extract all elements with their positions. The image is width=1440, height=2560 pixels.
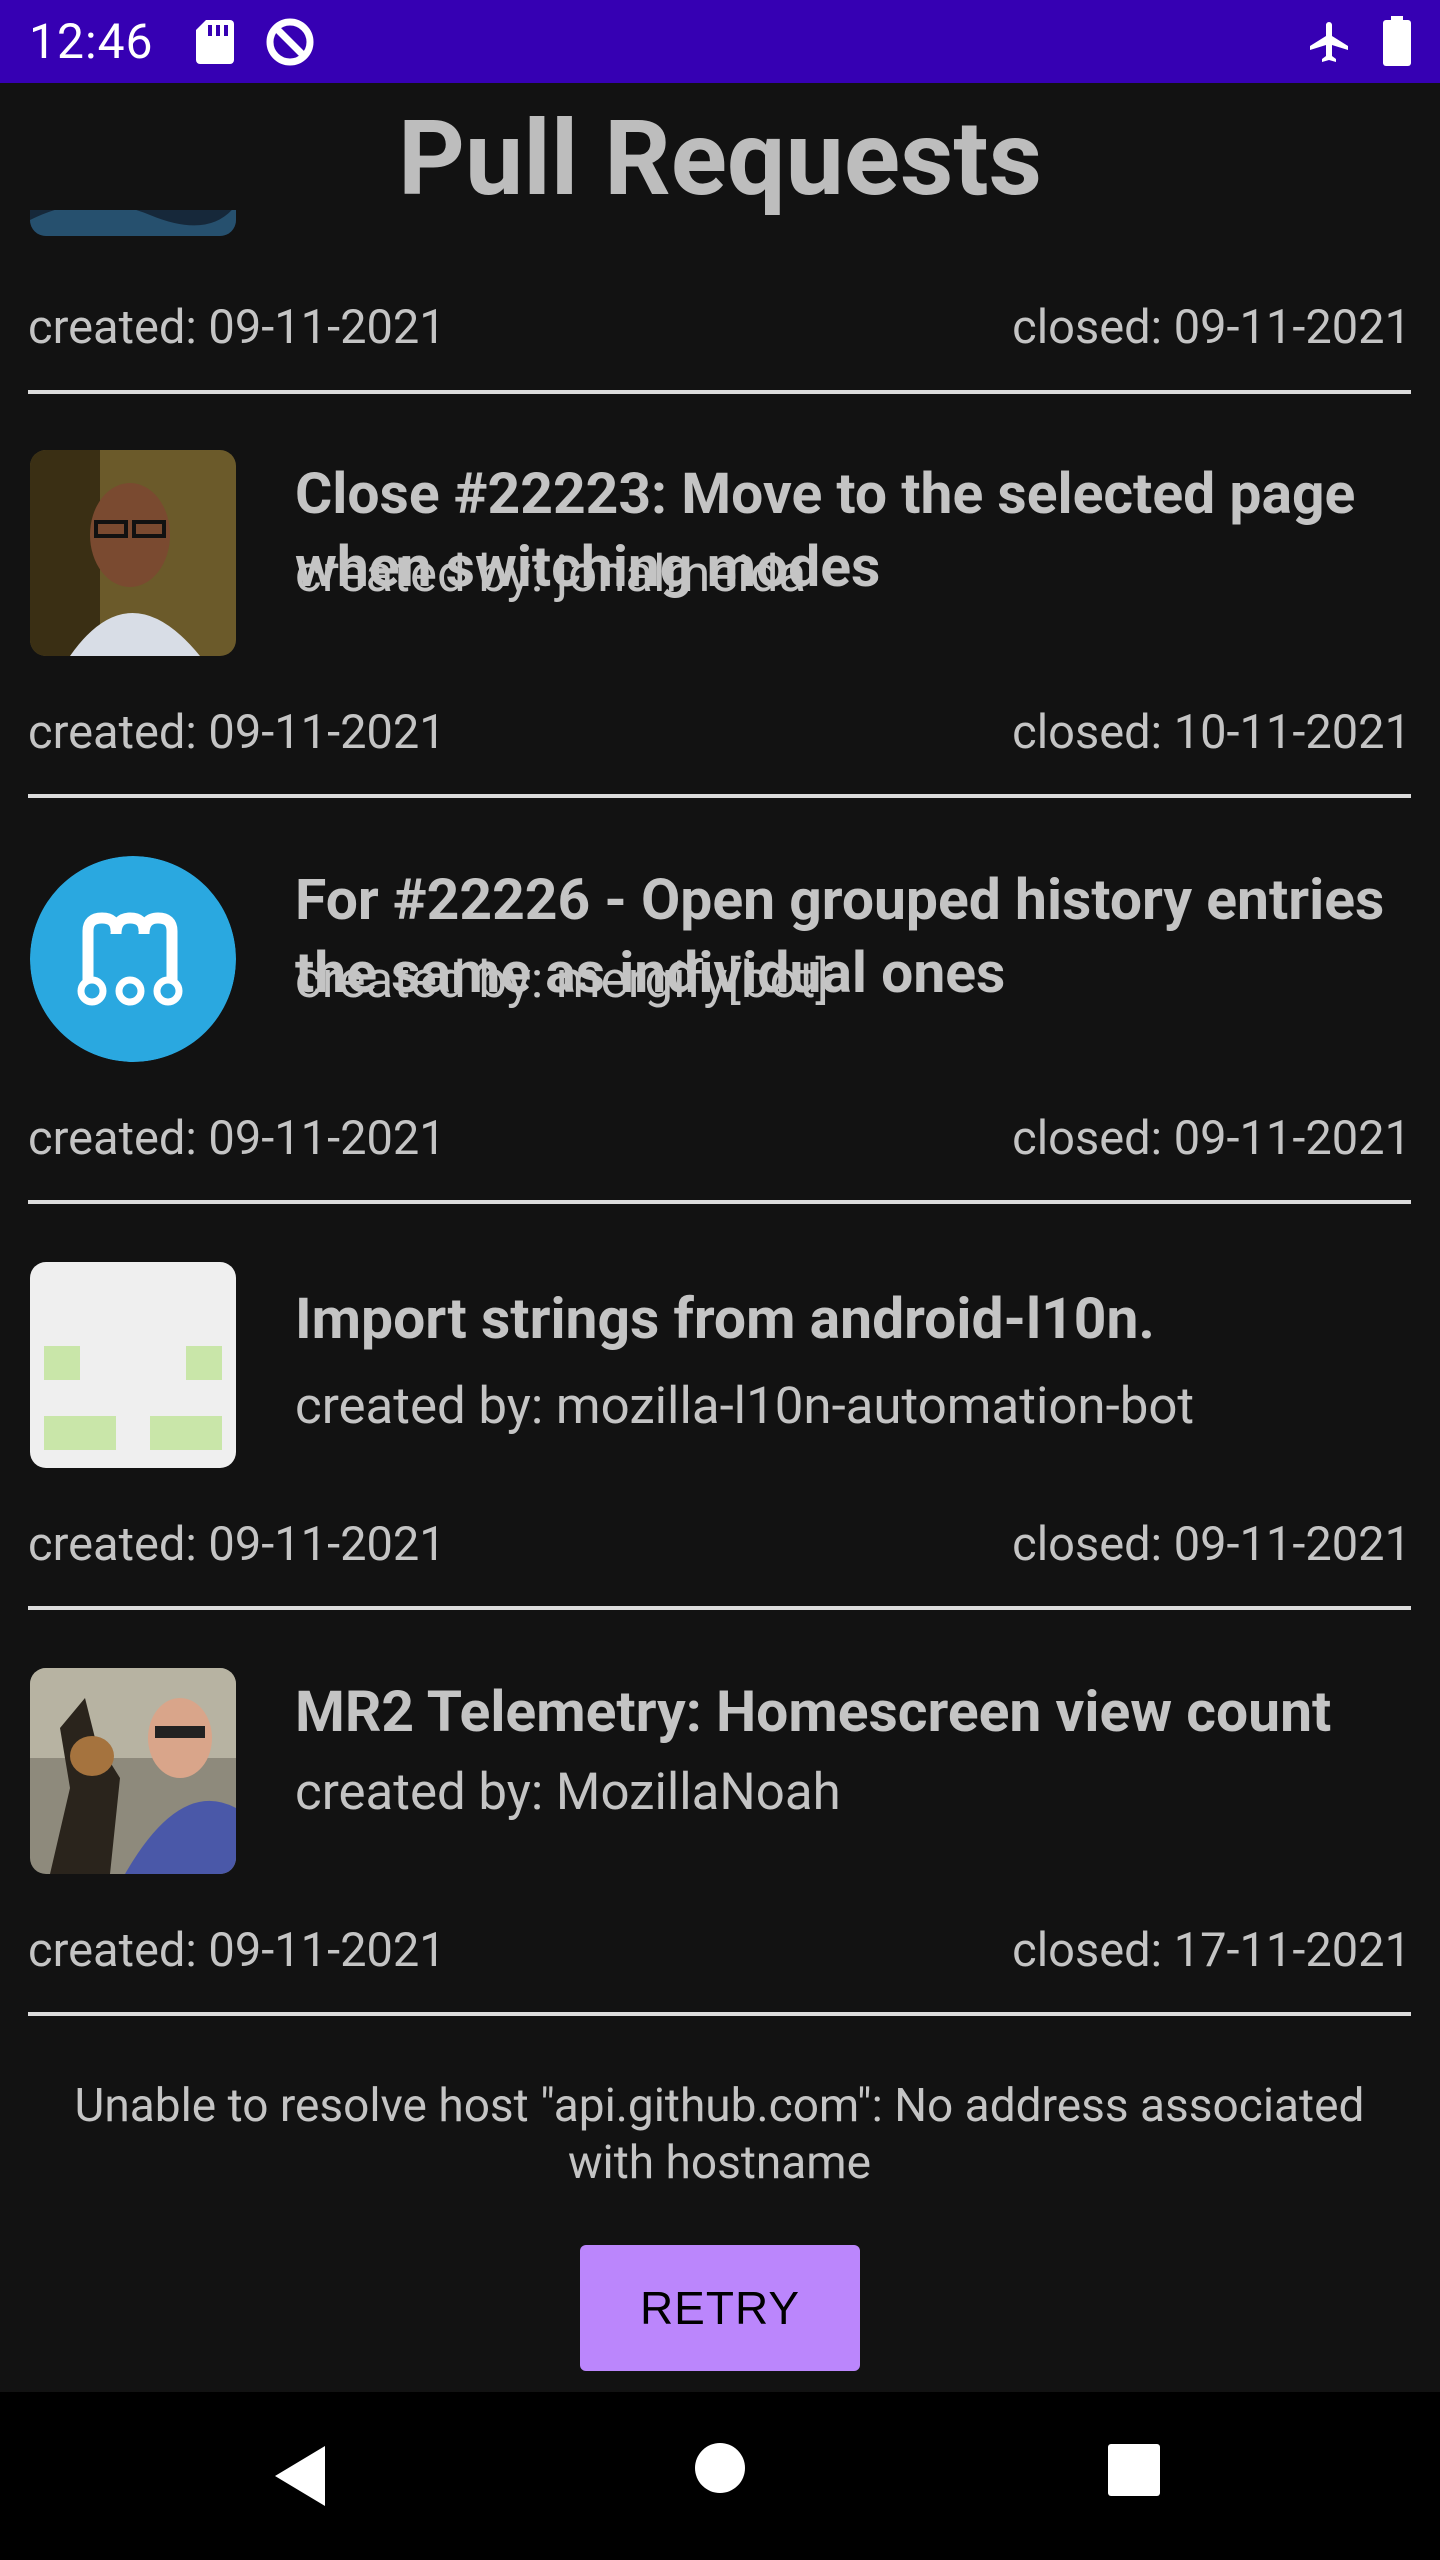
battery-icon [1383,16,1411,66]
pr-title: MR2 Telemetry: Homescreen view count [295,1678,1332,1745]
divider [28,2012,1411,2016]
pr-title: Import strings from android-l10n. [295,1285,1155,1352]
created-by: created by: mozilla-l10n-automation-bot [295,1377,1195,1436]
created-date: created: 09-11-2021 [28,705,446,760]
recents-icon[interactable] [1108,2444,1160,2496]
back-icon[interactable] [270,2442,330,2510]
avatar [30,210,236,236]
created-by: created by: jonalmeida [295,545,807,604]
avatar [30,1668,236,1874]
airplane-mode-icon [1310,22,1348,62]
status-bar: 12:46 [0,0,1440,83]
divider [28,794,1411,798]
data-saver-icon [266,18,314,66]
created-date: created: 09-11-2021 [28,1111,446,1166]
created-by: created by: MozillaNoah [295,1763,841,1822]
closed-date: closed: 17-11-2021 [1012,1923,1411,1978]
sd-card-icon [196,20,234,64]
avatar [30,1262,236,1468]
retry-button[interactable]: RETRY [580,2245,860,2371]
created-by: created by: mergify[bot] [295,951,829,1010]
avatar [30,856,236,1062]
created-date: created: 09-11-2021 [28,1923,446,1978]
closed-date: closed: 09-11-2021 [1012,1111,1411,1166]
divider [28,390,1411,394]
meta-row: created: 09-11-2021 closed: 17-11-2021 [28,1923,1411,1979]
meta-row: created: 09-11-2021 closed: 09-11-2021 [28,1111,1411,1167]
created-date: created: 09-11-2021 [28,1517,446,1572]
divider [28,1200,1411,1204]
status-time: 12:46 [29,13,154,70]
created-date: created: 09-11-2021 [28,300,446,355]
divider [28,1606,1411,1610]
navigation-bar [0,2392,1440,2560]
closed-date: closed: 09-11-2021 [1012,300,1411,355]
page-title: Pull Requests [397,99,1043,220]
closed-date: closed: 09-11-2021 [1012,1517,1411,1572]
meta-row: created: 09-11-2021 closed: 09-11-2021 [28,1517,1411,1573]
avatar [30,450,236,656]
home-icon[interactable] [694,2442,746,2494]
pull-request-list[interactable]: created: 09-11-2021 closed: 09-11-2021 C… [0,210,1440,2392]
meta-row: created: 09-11-2021 closed: 10-11-2021 [28,705,1411,761]
closed-date: closed: 10-11-2021 [1012,705,1411,760]
meta-row: created: 09-11-2021 closed: 09-11-2021 [28,300,1411,356]
error-message: Unable to resolve host "api.github.com":… [74,2079,1365,2190]
